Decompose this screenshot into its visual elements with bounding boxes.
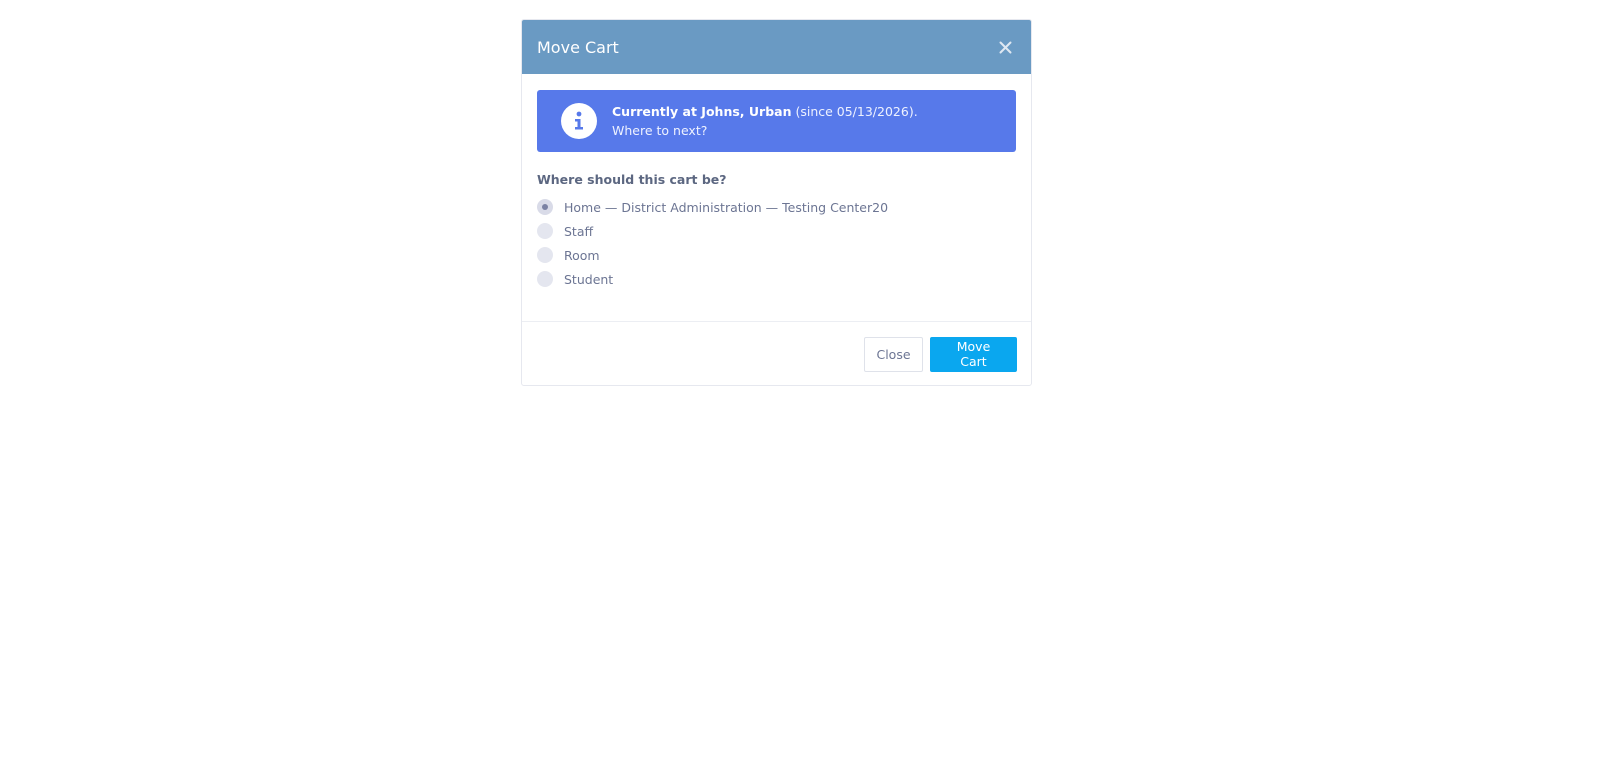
close-button[interactable]: Close	[864, 336, 923, 372]
current-location: Currently at Johns, Urban	[612, 104, 792, 119]
close-icon[interactable]	[994, 36, 1016, 58]
destination-options: Home — District Administration — Testing…	[537, 195, 1016, 291]
destination-question: Where should this cart be?	[537, 172, 727, 187]
option-staff[interactable]: Staff	[537, 219, 1016, 243]
move-cart-modal: Move Cart Currently at Johns, Urban (sin…	[521, 19, 1032, 386]
radio-home[interactable]	[537, 199, 553, 215]
radio-room[interactable]	[537, 247, 553, 263]
close-x-glyph	[999, 41, 1011, 53]
radio-student[interactable]	[537, 271, 553, 287]
info-icon	[561, 103, 597, 139]
option-student-label: Student	[564, 271, 614, 287]
option-room[interactable]: Room	[537, 243, 1016, 267]
move-cart-button[interactable]: Move Cart	[930, 336, 1017, 372]
info-i-glyph	[575, 111, 583, 130]
option-staff-label: Staff	[564, 223, 594, 239]
radio-selected-dot	[542, 204, 548, 210]
option-home-label: Home — District Administration — Testing…	[564, 199, 889, 215]
modal-header: Move Cart	[522, 20, 1031, 74]
modal-body: Currently at Johns, Urban (since 05/13/2…	[522, 74, 1031, 322]
radio-staff[interactable]	[537, 223, 553, 239]
info-alert: Currently at Johns, Urban (since 05/13/2…	[537, 90, 1016, 152]
alert-line-1: Currently at Johns, Urban (since 05/13/2…	[612, 102, 918, 121]
option-home[interactable]: Home — District Administration — Testing…	[537, 195, 1016, 219]
option-room-label: Room	[564, 247, 600, 263]
modal-footer: Close Move Cart	[522, 322, 1031, 385]
modal-title: Move Cart	[537, 37, 619, 57]
option-student[interactable]: Student	[537, 267, 1016, 291]
alert-text: Currently at Johns, Urban (since 05/13/2…	[612, 102, 918, 140]
since-date: (since 05/13/2026).	[791, 104, 918, 119]
alert-line-2: Where to next?	[612, 123, 708, 138]
